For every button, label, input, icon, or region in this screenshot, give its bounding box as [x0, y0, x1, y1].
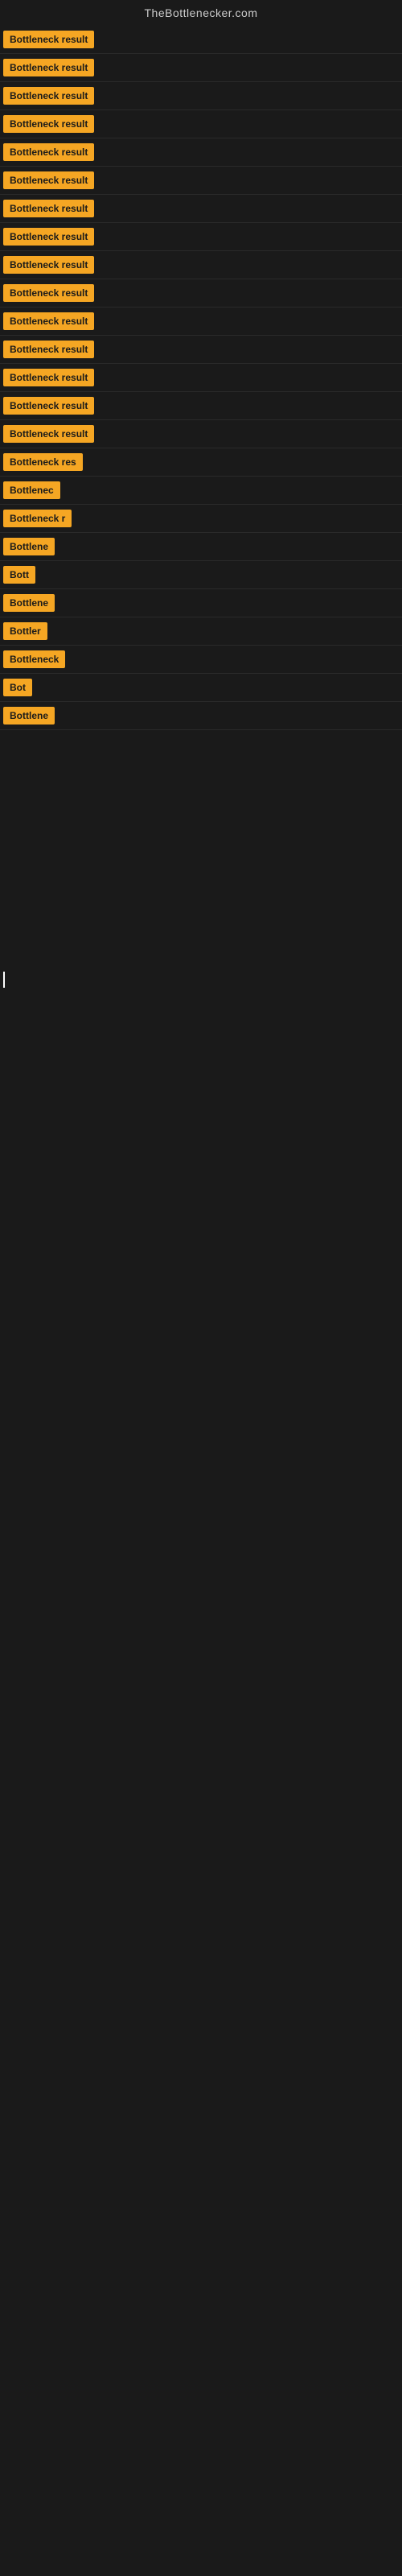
- bottleneck-badge: Bottlene: [3, 594, 55, 612]
- bottleneck-badge: Bottler: [3, 622, 47, 640]
- bottleneck-badge: Bottleneck result: [3, 200, 94, 217]
- bottleneck-badge: Bot: [3, 679, 32, 696]
- list-item[interactable]: Bottleneck result: [0, 364, 402, 392]
- site-title: TheBottlenecker.com: [0, 0, 402, 23]
- list-item[interactable]: Bottleneck res: [0, 448, 402, 477]
- list-item[interactable]: Bottleneck result: [0, 110, 402, 138]
- bottleneck-badge: Bottlenec: [3, 481, 60, 499]
- bottleneck-badge: Bott: [3, 566, 35, 584]
- bottleneck-badge: Bottleneck result: [3, 59, 94, 76]
- list-item[interactable]: Bottler: [0, 617, 402, 646]
- list-item[interactable]: Bottleneck result: [0, 392, 402, 420]
- bottleneck-badge: Bottleneck result: [3, 87, 94, 105]
- list-item[interactable]: Bottleneck result: [0, 420, 402, 448]
- bottleneck-badge: Bottleneck result: [3, 171, 94, 189]
- list-item[interactable]: Bottleneck result: [0, 167, 402, 195]
- bottleneck-badge: Bottlene: [3, 538, 55, 555]
- bottleneck-badge: Bottleneck result: [3, 341, 94, 358]
- list-item[interactable]: Bottleneck result: [0, 54, 402, 82]
- list-item[interactable]: Bottleneck result: [0, 82, 402, 110]
- text-cursor: [3, 972, 5, 988]
- list-item[interactable]: Bottleneck result: [0, 308, 402, 336]
- list-item[interactable]: Bottleneck result: [0, 223, 402, 251]
- list-item[interactable]: Bottlene: [0, 589, 402, 617]
- list-item[interactable]: Bottlene: [0, 533, 402, 561]
- bottleneck-badge: Bottleneck result: [3, 397, 94, 415]
- list-item[interactable]: Bottleneck result: [0, 279, 402, 308]
- list-item[interactable]: Bottlenec: [0, 477, 402, 505]
- bottleneck-badge: Bottleneck result: [3, 425, 94, 443]
- list-item[interactable]: Bottleneck r: [0, 505, 402, 533]
- bottleneck-badge: Bottleneck result: [3, 115, 94, 133]
- list-item[interactable]: Bottleneck result: [0, 195, 402, 223]
- list-item[interactable]: Bottleneck: [0, 646, 402, 674]
- list-item[interactable]: Bott: [0, 561, 402, 589]
- bottleneck-badge: Bottleneck result: [3, 143, 94, 161]
- items-container: Bottleneck result Bottleneck result Bottle…: [0, 26, 402, 1535]
- list-item[interactable]: Bottleneck result: [0, 251, 402, 279]
- bottleneck-badge: Bottleneck result: [3, 256, 94, 274]
- list-item[interactable]: Bot: [0, 674, 402, 702]
- bottleneck-badge: Bottleneck result: [3, 312, 94, 330]
- list-item[interactable]: Bottleneck result: [0, 336, 402, 364]
- bottleneck-badge: Bottleneck res: [3, 453, 83, 471]
- bottleneck-badge: Bottleneck r: [3, 510, 72, 527]
- list-item[interactable]: Bottleneck result: [0, 26, 402, 54]
- site-title-text: TheBottlenecker.com: [144, 6, 257, 19]
- bottleneck-badge: Bottlene: [3, 707, 55, 724]
- list-item[interactable]: Bottleneck result: [0, 138, 402, 167]
- bottleneck-badge: Bottleneck result: [3, 31, 94, 48]
- list-item[interactable]: Bottlene: [0, 702, 402, 730]
- bottleneck-badge: Bottleneck result: [3, 228, 94, 246]
- bottleneck-badge: Bottleneck result: [3, 369, 94, 386]
- bottleneck-badge: Bottleneck: [3, 650, 65, 668]
- bottleneck-badge: Bottleneck result: [3, 284, 94, 302]
